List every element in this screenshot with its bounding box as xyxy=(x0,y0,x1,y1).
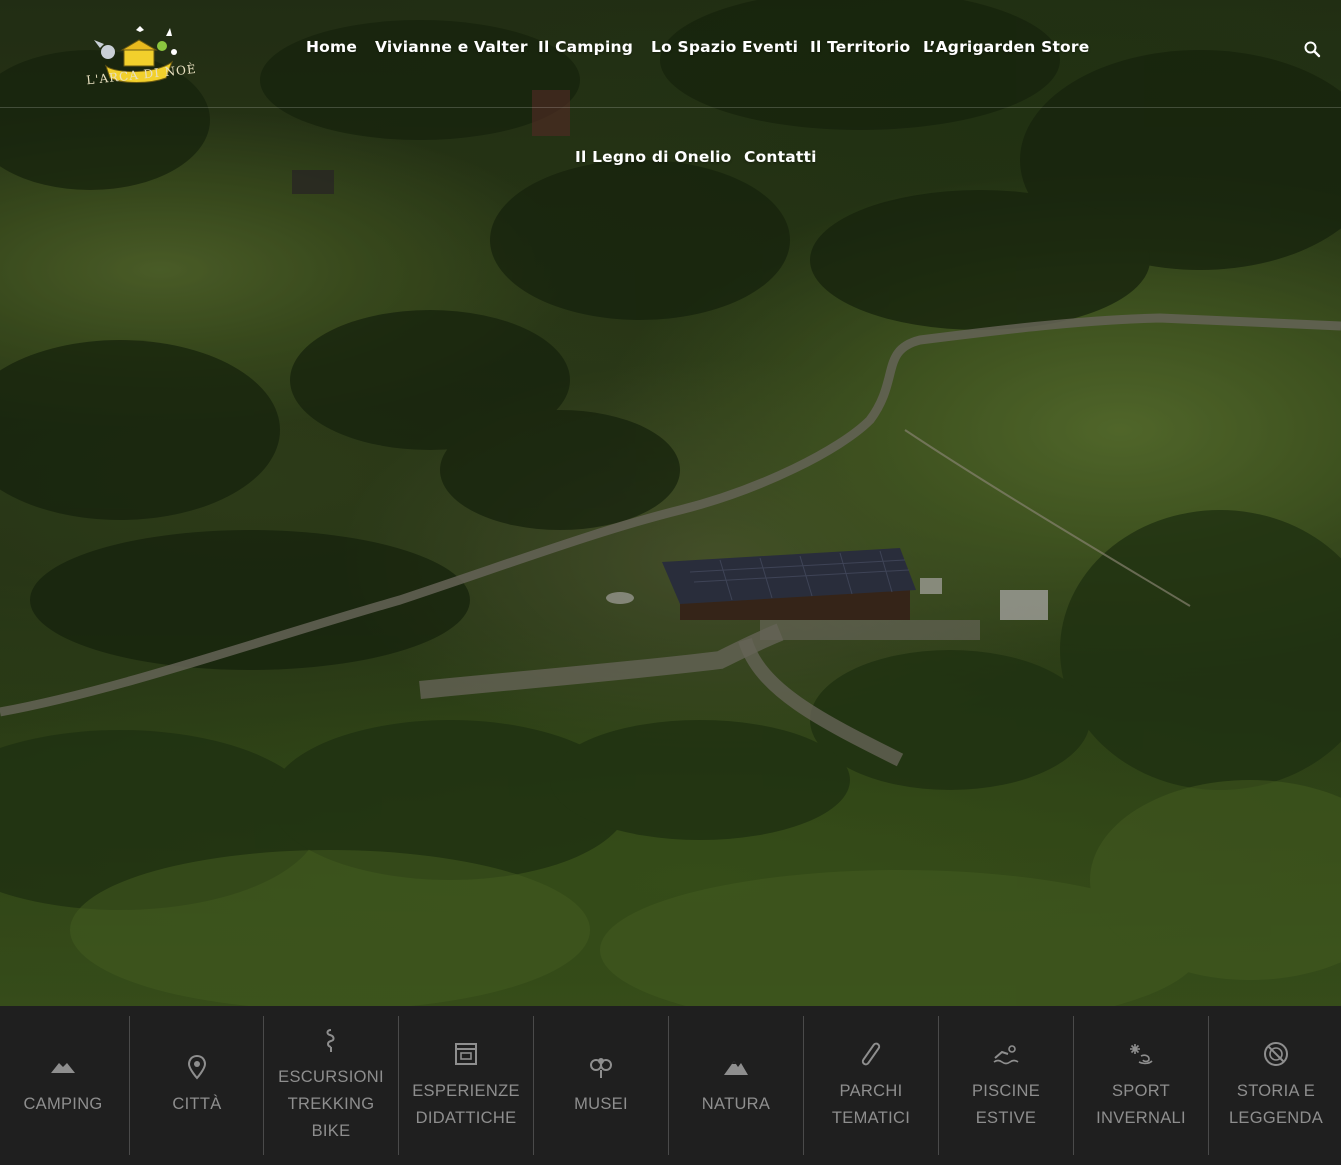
category-piscine-estive[interactable]: PISCINE ESTIVE xyxy=(939,1016,1073,1155)
nav-il-legno-di-onelio[interactable]: Il Legno di Onelio xyxy=(575,148,731,166)
nav-lo-spazio-eventi[interactable]: Lo Spazio Eventi xyxy=(651,38,798,56)
nav-home[interactable]: Home xyxy=(306,38,357,56)
climbing-icon xyxy=(861,1042,881,1065)
category-parchi-tematici[interactable]: PARCHI TEMATICI xyxy=(804,1016,938,1155)
category-label: PARCHI TEMATICI xyxy=(831,1081,911,1127)
category-label: ESPERIENZE DIDATTICHE xyxy=(412,1081,520,1127)
category-natura[interactable]: NATURA xyxy=(669,1016,803,1155)
category-label: PISCINE ESTIVE xyxy=(971,1081,1041,1127)
category-label: CITTÀ xyxy=(172,1095,222,1113)
category-storia-e-leggenda[interactable]: STORIA E LEGGENDA xyxy=(1209,1016,1341,1155)
category-citta[interactable]: CITTÀ xyxy=(130,1016,264,1155)
category-label: ESCURSIONI TREKKING BIKE xyxy=(278,1068,384,1140)
category-escursioni[interactable]: ESCURSIONI TREKKING BIKE xyxy=(264,1016,398,1155)
category-esperienze[interactable]: ESPERIENZE DIDATTICHE xyxy=(399,1016,533,1155)
mountain-icon xyxy=(724,1061,748,1075)
skier-icon xyxy=(1130,1043,1153,1064)
search-icon[interactable] xyxy=(1303,40,1321,58)
category-label: STORIA E LEGGENDA xyxy=(1228,1081,1324,1127)
nav-divider xyxy=(0,107,1341,108)
category-camping[interactable]: CAMPING xyxy=(0,1016,130,1155)
nav-il-camping[interactable]: Il Camping xyxy=(538,38,633,56)
signpost-icon xyxy=(326,1029,335,1052)
nav-il-territorio[interactable]: Il Territorio xyxy=(810,38,910,56)
logo-icon[interactable] xyxy=(86,22,190,98)
category-sport-invernali[interactable]: SPORT INVERNALI xyxy=(1074,1016,1208,1155)
building-icon xyxy=(455,1042,477,1065)
vase-icon xyxy=(590,1058,612,1078)
category-label: CAMPING xyxy=(23,1095,103,1113)
nav-vivianne-e-valter[interactable]: Vivianne e Valter xyxy=(375,38,528,56)
tent-icon xyxy=(51,1063,75,1073)
nav-contatti[interactable]: Contatti xyxy=(744,148,817,166)
category-label: SPORT INVERNALI xyxy=(1096,1081,1186,1127)
swimmer-icon xyxy=(993,1044,1019,1064)
map-pin-icon xyxy=(187,1054,207,1080)
category-bar: CAMPING CITTÀ ESCURSIONI TREKKING BIKE E… xyxy=(0,1006,1341,1165)
category-label: MUSEI xyxy=(574,1095,628,1113)
nav-agrigarden-store[interactable]: L’Agrigarden Store xyxy=(923,38,1089,56)
category-musei[interactable]: MUSEI xyxy=(534,1016,668,1155)
category-label: NATURA xyxy=(701,1095,771,1113)
shield-icon xyxy=(1264,1041,1288,1066)
